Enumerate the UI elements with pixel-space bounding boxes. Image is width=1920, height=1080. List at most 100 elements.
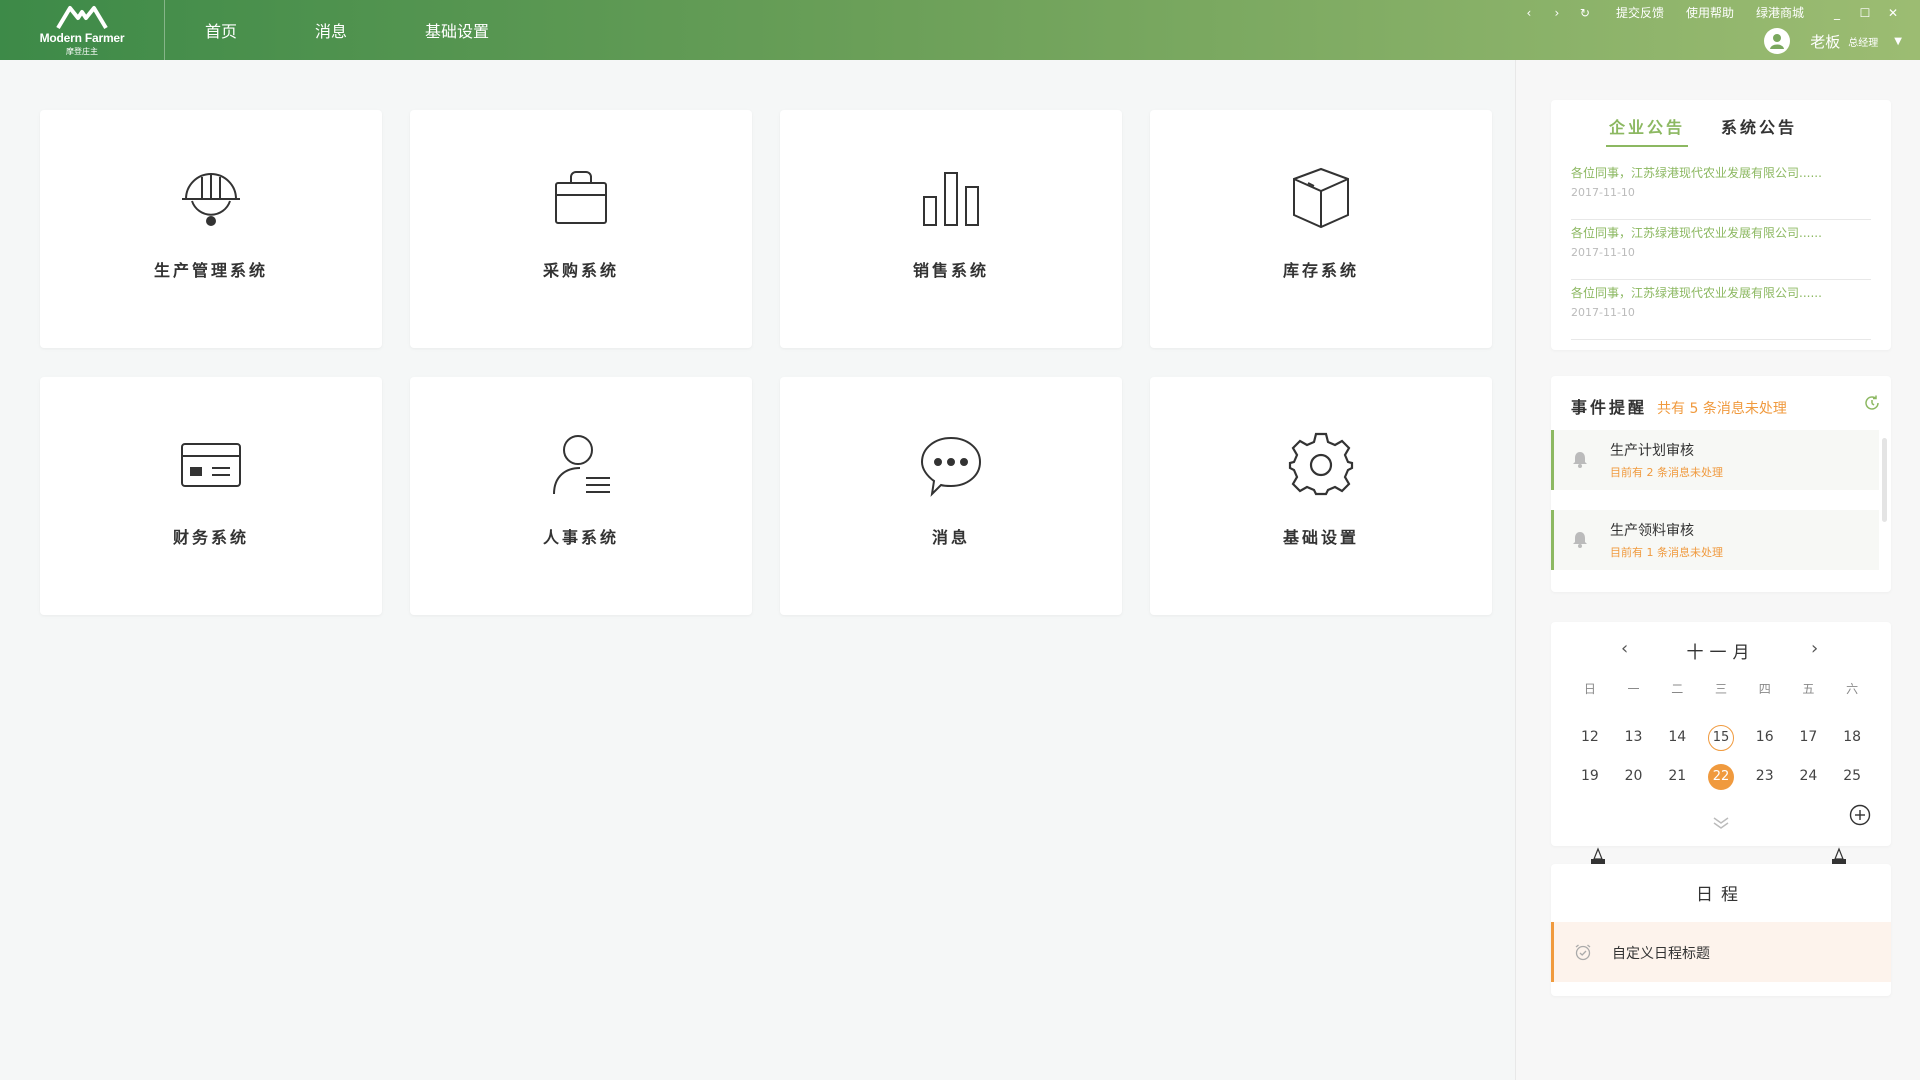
tab-company-notice[interactable]: 企业公告 [1606,114,1688,147]
refresh-icon[interactable] [1863,394,1881,412]
notice-title: 各位同事，江苏绿港现代农业发展有限公司...... [1571,226,1822,240]
event-detail: 目前有 1 条消息未处理 [1610,546,1723,559]
event-item[interactable]: 生产领料审核 目前有 1 条消息未处理 [1551,510,1879,570]
notice-list: 各位同事，江苏绿港现代农业发展有限公司...... 2017-11-10 各位同… [1571,160,1871,340]
module-card-production[interactable]: 生产管理系统 [40,110,382,348]
event-detail: 目前有 2 条消息未处理 [1610,466,1723,479]
double-chevron-down-icon[interactable] [1711,816,1731,830]
module-card-finance[interactable]: 财务系统 [40,377,382,615]
shopping-bag-icon [548,165,614,231]
calendar-day[interactable]: 24 [1787,763,1831,789]
feedback-link[interactable]: 提交反馈 [1616,4,1664,21]
gear-icon [1288,432,1354,498]
chevron-down-icon[interactable]: ▼ [1894,36,1902,47]
module-card-messages[interactable]: 消息 [780,377,1122,615]
back-icon[interactable]: ‹ [1520,6,1538,20]
minimize-icon[interactable]: _ [1828,6,1846,20]
logo-subtitle: 摩登庄主 [66,46,98,56]
user-avatar-icon [1764,28,1791,54]
chevron-right-icon[interactable]: › [1811,638,1818,659]
schedule-label: 自定义日程标题 [1612,946,1710,962]
event-count: 共有 5 条消息未处理 [1657,401,1787,417]
calendar-month: 十一月 [1686,643,1756,663]
nav-item-home[interactable]: 首页 [205,18,237,42]
notice-tabs: 企业公告 系统公告 [1606,114,1800,147]
module-card-purchase[interactable]: 采购系统 [410,110,752,348]
notice-title: 各位同事，江苏绿港现代农业发展有限公司...... [1571,166,1822,180]
notice-panel: 企业公告 系统公告 各位同事，江苏绿港现代农业发展有限公司...... 2017… [1551,100,1891,350]
calendar-week: 19 20 21 22 23 24 25 [1568,763,1874,790]
logo-text: Modern Farmer [39,30,125,45]
helmet-icon [178,165,244,231]
top-bar: Modern Farmer 摩登庄主 首页 消息 基础设置 ‹ › ↻ 提交反馈… [0,0,1920,60]
bell-icon [1573,452,1587,468]
event-header: 事件提醒 共有 5 条消息未处理 [1571,394,1787,418]
list-item[interactable]: 各位同事，江苏绿港现代农业发展有限公司...... 2017-11-10 [1571,160,1871,220]
calendar-day[interactable]: 13 [1612,724,1656,750]
maximize-icon[interactable]: ☐ [1856,6,1874,20]
window-toolbar: ‹ › ↻ 提交反馈 使用帮助 绿港商城 _ ☐ ✕ [1510,4,1902,21]
right-sidebar: 企业公告 系统公告 各位同事，江苏绿港现代农业发展有限公司...... 2017… [1515,60,1920,1080]
calendar-day-today[interactable]: 15 [1699,724,1743,751]
module-card-settings[interactable]: 基础设置 [1150,377,1492,615]
help-link[interactable]: 使用帮助 [1686,4,1734,21]
weekday-label: 五 [1802,682,1815,696]
calendar-day[interactable]: 14 [1655,724,1699,750]
module-label: 财务系统 [172,528,249,547]
nav-item-messages[interactable]: 消息 [315,18,347,42]
main-nav: 首页 消息 基础设置 [205,0,567,60]
tab-system-notice[interactable]: 系统公告 [1718,114,1800,147]
calendar-panel: ‹ 十一月 › 日 一 二 三 四 五 六 12 13 14 15 16 17 … [1551,622,1891,846]
calendar-day[interactable]: 23 [1743,763,1787,789]
module-card-hr[interactable]: 人事系统 [410,377,752,615]
calendar-day-selected[interactable]: 22 [1699,763,1743,790]
module-label: 人事系统 [542,528,619,547]
person-list-icon [548,432,614,498]
event-title: 事件提醒 [1571,398,1648,417]
calendar-day[interactable]: 21 [1655,763,1699,789]
calendar-day[interactable]: 17 [1787,724,1831,750]
calendar-day[interactable]: 20 [1612,763,1656,789]
calendar-day[interactable]: 12 [1568,724,1612,750]
module-card-inventory[interactable]: 库存系统 [1150,110,1492,348]
calendar-day[interactable]: 25 [1830,763,1874,789]
weekday-label: 三 [1714,682,1727,696]
module-label: 生产管理系统 [153,261,268,280]
event-reminder-panel: 事件提醒 共有 5 条消息未处理 生产计划审核 目前有 2 条消息未处理 生产领… [1551,376,1891,592]
event-item[interactable]: 生产计划审核 目前有 2 条消息未处理 [1551,430,1879,490]
forward-icon[interactable]: › [1548,6,1566,20]
notice-title: 各位同事，江苏绿港现代农业发展有限公司...... [1571,286,1822,300]
notice-date: 2017-11-10 [1571,306,1635,319]
calendar-week: 12 13 14 15 16 17 18 [1568,724,1874,751]
event-name: 生产领料审核 [1610,523,1694,539]
user-menu[interactable]: 老板 总经理 ▼ [1764,28,1902,54]
nav-item-settings[interactable]: 基础设置 [425,18,489,42]
calendar-day[interactable]: 18 [1830,724,1874,750]
schedule-item[interactable]: 自定义日程标题 [1551,922,1891,982]
card-icon [178,432,244,498]
mall-link[interactable]: 绿港商城 [1756,4,1804,21]
reload-icon[interactable]: ↻ [1576,6,1594,20]
bell-icon [1573,532,1587,548]
module-label: 库存系统 [1282,261,1359,280]
schedule-panel: 日程 自定义日程标题 [1551,864,1891,996]
notice-date: 2017-11-10 [1571,186,1635,199]
event-name: 生产计划审核 [1610,443,1694,459]
notice-date: 2017-11-10 [1571,246,1635,259]
weekday-label: 六 [1846,682,1859,696]
mountain-logo-icon [56,5,108,29]
scrollbar[interactable] [1882,438,1887,522]
close-icon[interactable]: ✕ [1884,6,1902,20]
weekday-label: 二 [1671,682,1684,696]
calendar-day[interactable]: 16 [1743,724,1787,750]
module-card-sales[interactable]: 销售系统 [780,110,1122,348]
add-circle-icon[interactable] [1849,804,1871,826]
module-label: 基础设置 [1282,528,1359,547]
box-icon [1288,165,1354,231]
list-item[interactable]: 各位同事，江苏绿港现代农业发展有限公司...... 2017-11-10 [1571,280,1871,340]
calendar-day[interactable]: 19 [1568,763,1612,789]
app-logo[interactable]: Modern Farmer 摩登庄主 [0,0,165,60]
list-item[interactable]: 各位同事，江苏绿港现代农业发展有限公司...... 2017-11-10 [1571,220,1871,280]
weekday-label: 一 [1627,682,1640,696]
module-label: 采购系统 [542,261,619,280]
